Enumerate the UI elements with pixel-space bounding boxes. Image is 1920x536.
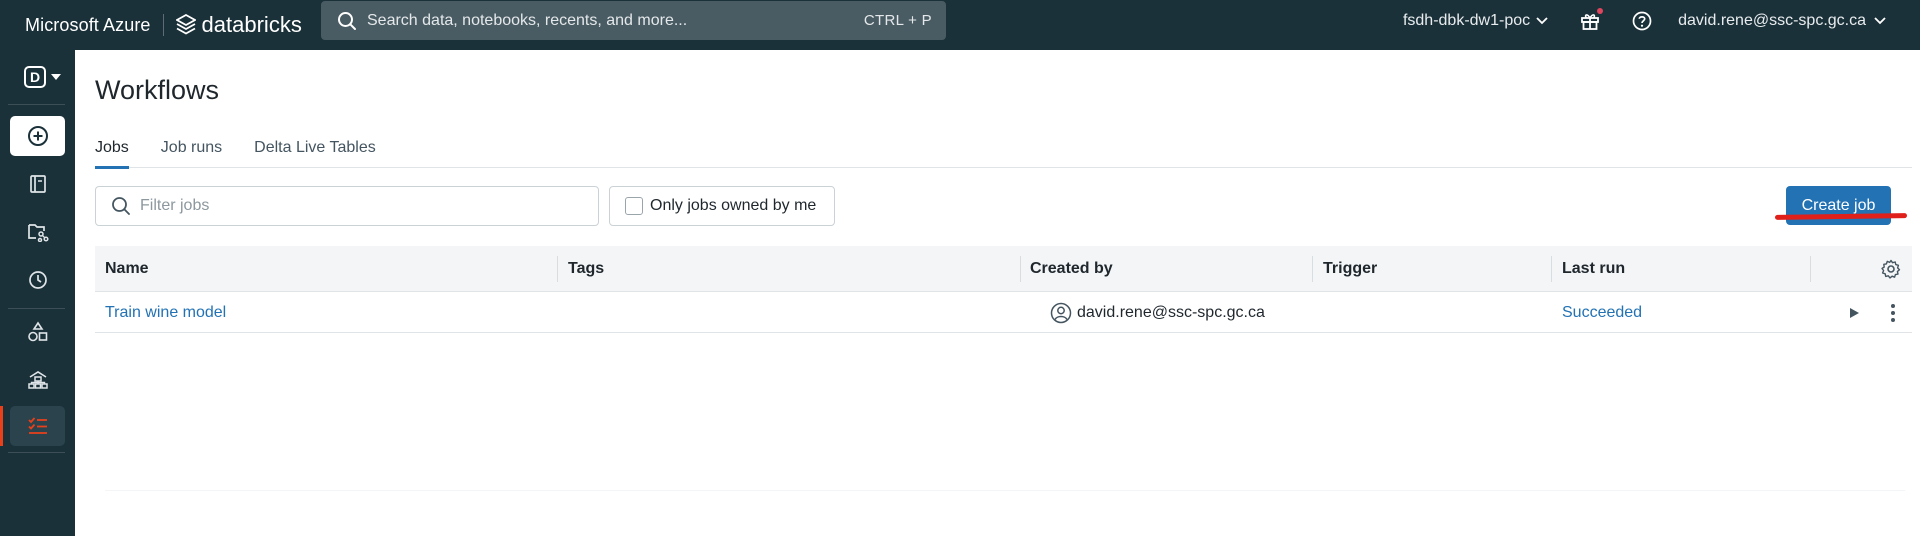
sidebar-item-workflows[interactable] [10,406,65,446]
workflows-list-icon [27,417,47,434]
workspace-switcher[interactable]: fsdh-dbk-dw1-poc [1403,12,1548,30]
folder-graph-icon [27,224,49,242]
column-resizer[interactable] [557,256,558,282]
workspace-letter: D [24,66,46,88]
main-content: Workflows Jobs Job runs Delta Live Table… [75,50,1920,536]
user-avatar-icon [1050,302,1072,324]
databricks-brand-label: databricks [201,12,302,37]
tab-job-runs[interactable]: Job runs [161,138,222,168]
help-button[interactable] [1632,11,1652,31]
kebab-menu-icon [1891,303,1895,322]
workspace-name: fsdh-dbk-dw1-poc [1402,12,1531,29]
sidebar-active-indicator [0,406,3,446]
column-resizer[interactable] [1312,256,1313,282]
global-search[interactable]: Search data, notebooks, recents, and mor… [321,1,946,40]
workspace-selector[interactable]: D [24,66,61,88]
brand[interactable]: Microsoft Azure databricks [25,0,302,50]
row-more-menu-button[interactable] [1890,303,1896,323]
sidebar-divider [8,452,65,453]
page-title: Workflows [95,75,220,105]
last-run-status-link[interactable]: Succeeded [1562,292,1642,333]
run-now-button[interactable] [1848,307,1860,319]
play-icon [1850,307,1859,318]
column-header-trigger[interactable]: Trigger [1323,246,1377,292]
caret-down-icon [51,74,61,80]
notebook-icon [29,175,46,193]
table-header: Name Tags Created by Trigger Last run [95,246,1912,292]
sidebar-item-catalog[interactable] [10,312,65,352]
search-icon [337,11,357,31]
column-header-created-by[interactable]: Created by [1030,246,1113,292]
tab-jobs[interactable]: Jobs [95,138,129,169]
only-owned-label: Only jobs owned by me [650,197,817,214]
databricks-logo-icon [175,14,196,35]
sidebar-item-data[interactable] [10,212,65,252]
tab-delta-live-tables[interactable]: Delta Live Tables [254,138,376,168]
table-row[interactable]: Train wine model david.rene@ssc-spc.gc.c… [95,292,1912,333]
gear-icon [1881,259,1901,279]
column-header-last-run[interactable]: Last run [1562,246,1625,292]
brand-separator [162,14,164,36]
notification-dot [1597,8,1604,14]
row-actions [1848,292,1912,333]
left-sidebar: D [0,50,75,536]
jobs-table: Name Tags Created by Trigger Last run Tr… [95,246,1912,333]
job-name-link[interactable]: Train wine model [105,292,226,333]
sidebar-divider [8,104,65,105]
sidebar-item-compute[interactable] [10,360,65,400]
table-bottom-border [105,490,1905,491]
job-created-by: david.rene@ssc-spc.gc.ca [1050,292,1265,333]
sidebar-divider [8,308,65,309]
cluster-icon [27,371,48,389]
plus-circle-icon [27,126,48,146]
search-icon [111,196,131,216]
column-resizer[interactable] [1551,256,1552,282]
tab-bar: Jobs Job runs Delta Live Tables [95,138,1912,169]
only-owned-filter[interactable]: Only jobs owned by me [609,186,835,226]
sidebar-item-workspace[interactable] [10,164,65,204]
search-placeholder: Search data, notebooks, recents, and mor… [367,11,688,29]
column-header-tags[interactable]: Tags [568,246,604,292]
top-right-controls: fsdh-dbk-dw1-poc david.rene@ssc-spc.gc.c… [1403,0,1920,42]
user-email: david.rene@ssc-spc.gc.ca [1678,12,1866,29]
chevron-down-icon [1874,17,1886,25]
created-by-email: david.rene@ssc-spc.gc.ca [1077,303,1265,321]
databricks-logo: databricks [175,12,302,38]
table-settings-button[interactable] [1881,246,1901,292]
azure-brand-label: Microsoft Azure [25,14,151,35]
user-menu[interactable]: david.rene@ssc-spc.gc.ca [1678,12,1886,30]
sidebar-item-new[interactable] [10,116,65,156]
gift-icon [1581,14,1600,30]
search-shortcut: CTRL + P [863,12,932,29]
only-owned-checkbox[interactable] [625,197,643,215]
column-resizer[interactable] [1810,256,1811,282]
column-resizer[interactable] [1020,256,1021,282]
shapes-icon [27,321,47,342]
chevron-down-icon [1536,17,1548,25]
filter-jobs-input[interactable] [140,197,598,215]
top-bar: Microsoft Azure databricks Search data, … [0,0,1920,50]
clock-icon [28,271,47,289]
sidebar-item-recents[interactable] [10,260,65,300]
help-icon [1632,11,1652,31]
filter-jobs-field[interactable] [95,186,599,226]
column-header-name[interactable]: Name [105,246,149,292]
whats-new-button[interactable] [1580,8,1604,31]
